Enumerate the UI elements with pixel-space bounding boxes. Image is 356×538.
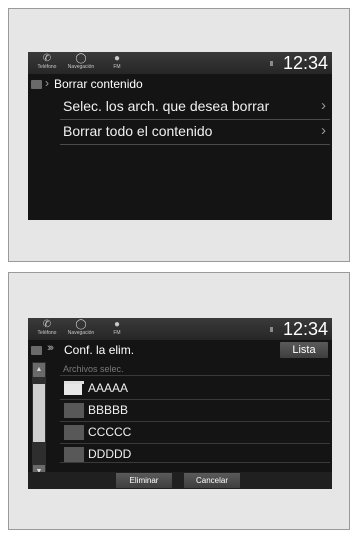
status-bar: ✆ Teléfono ◯ Navegación ● FM 12:34 (28, 318, 332, 340)
navigation-tab[interactable]: ◯ Navegación (64, 53, 98, 73)
fm-tab[interactable]: ● FM (100, 319, 134, 339)
panel-confirm-delete: ✆ Teléfono ◯ Navegación ● FM 12:34 ››› C… (8, 272, 350, 530)
chevron-right-icon: › (321, 97, 326, 114)
menu-item-delete-all[interactable]: Borrar todo el contenido › (60, 120, 330, 145)
selected-files-header: Archivos selec. (60, 362, 330, 376)
fm-label: FM (113, 330, 121, 336)
list-item[interactable]: CCCCC (60, 422, 330, 444)
home-icon[interactable] (31, 80, 42, 89)
panel-delete-content: ✆ Teléfono ◯ Navegación ● FM 12:34 › Bor… (8, 8, 350, 262)
radio-icon: ● (113, 319, 121, 330)
phone-tab[interactable]: ✆ Teléfono (30, 53, 64, 73)
fm-label: FM (113, 64, 121, 70)
file-name: DDDDD (88, 447, 132, 461)
status-indicator-icon (270, 327, 273, 332)
list-button[interactable]: Lista (280, 342, 328, 358)
chevron-right-icon: › (321, 122, 326, 139)
status-bar: ✆ Teléfono ◯ Navegación ● FM 12:34 (28, 52, 332, 74)
menu-item-label: Borrar todo el contenido (63, 123, 213, 139)
menu-item-select-files[interactable]: Selec. los arch. que desea borrar › (60, 95, 330, 120)
phone-label: Teléfono (37, 64, 57, 70)
navigation-tab[interactable]: ◯ Navegación (64, 319, 98, 339)
list-item[interactable]: AAAAA (60, 378, 330, 400)
file-name: CCCCC (88, 425, 132, 439)
cancel-button[interactable]: Cancelar (184, 473, 240, 488)
home-icon[interactable] (31, 346, 42, 355)
page-title: Borrar contenido (54, 77, 143, 91)
delete-button[interactable]: Eliminar (116, 473, 172, 488)
title-row: › Borrar contenido (28, 75, 332, 93)
menu-item-label: Selec. los arch. que desea borrar (63, 98, 270, 114)
phone-label: Teléfono (37, 330, 57, 336)
navigation-label: Navegación (67, 64, 95, 70)
breadcrumb-chevron-icon: › (45, 76, 49, 90)
list-item[interactable]: DDDDD (60, 444, 330, 463)
compass-icon: ◯ (75, 53, 87, 64)
clock: 12:34 (282, 53, 328, 73)
list-item[interactable]: BBBBB (60, 400, 330, 422)
action-bar: Eliminar Cancelar (28, 472, 332, 489)
file-icon (64, 403, 84, 418)
clock: 12:34 (282, 319, 328, 339)
breadcrumb-chevrons-icon: ››› (47, 342, 54, 354)
folder-body-icon (64, 384, 82, 395)
phone-icon: ✆ (42, 319, 52, 330)
compass-icon: ◯ (75, 319, 87, 330)
fm-tab[interactable]: ● FM (100, 53, 134, 73)
display-screen: ✆ Teléfono ◯ Navegación ● FM 12:34 › Bor… (28, 52, 332, 220)
display-screen: ✆ Teléfono ◯ Navegación ● FM 12:34 ››› C… (28, 318, 332, 489)
scroll-thumb[interactable] (33, 384, 45, 442)
file-name: AAAAA (88, 381, 129, 395)
scrollbar[interactable]: ▲ ▼ (32, 362, 46, 480)
file-icon (64, 447, 84, 462)
navigation-label: Navegación (67, 330, 95, 336)
radio-icon: ● (113, 53, 121, 64)
file-name: BBBBB (88, 403, 129, 417)
file-icon (64, 425, 84, 440)
page-title: Conf. la elim. (64, 343, 135, 357)
phone-tab[interactable]: ✆ Teléfono (30, 319, 64, 339)
phone-icon: ✆ (42, 53, 52, 64)
status-indicator-icon (270, 61, 273, 66)
scroll-up-icon[interactable]: ▲ (33, 363, 45, 377)
